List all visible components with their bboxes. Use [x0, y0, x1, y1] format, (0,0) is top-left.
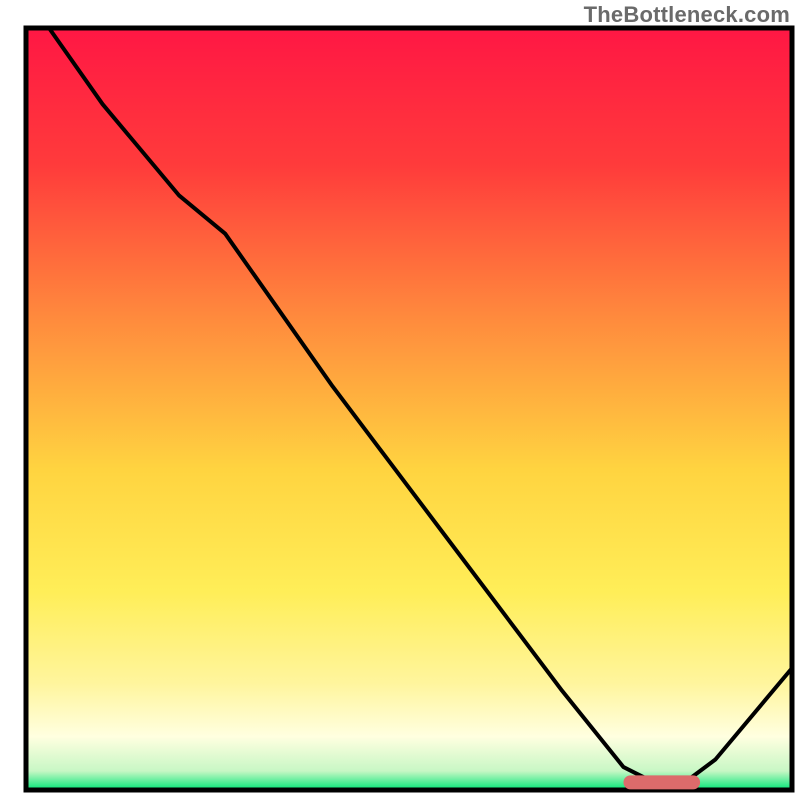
optimal-range-marker: [623, 775, 700, 789]
watermark-text: TheBottleneck.com: [584, 2, 790, 28]
gradient-background: [26, 28, 792, 790]
bottleneck-chart: TheBottleneck.com: [0, 0, 800, 800]
chart-plot-area: [0, 0, 800, 800]
